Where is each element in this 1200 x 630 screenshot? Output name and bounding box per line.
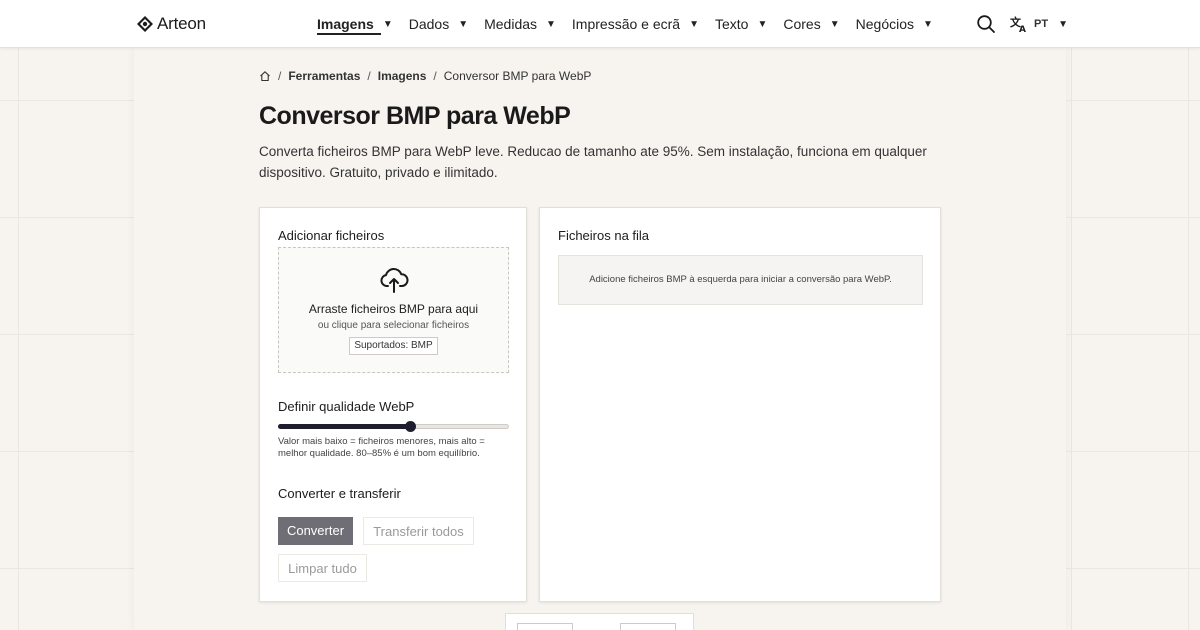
- nav-item-label: Cores: [783, 16, 821, 32]
- slider-thumb[interactable]: [404, 421, 416, 432]
- main-content: / Ferramentas / Imagens / Conversor BMP …: [134, 48, 1066, 630]
- nav-item-label: Medidas: [484, 16, 538, 32]
- chevron-down-icon: ▼: [546, 18, 556, 30]
- file-queue-card: Ficheiros na fila Adicione ficheiros BMP…: [539, 207, 941, 602]
- convert-button[interactable]: Converter: [278, 517, 353, 545]
- nav-item-label: Texto: [715, 16, 749, 32]
- chevron-down-icon: ▼: [1058, 18, 1068, 30]
- page-title: Conversor BMP para WebP: [259, 102, 571, 130]
- bottom-control-right: [620, 623, 676, 630]
- clear-all-button[interactable]: Limpar tudo: [278, 554, 367, 582]
- file-dropzone[interactable]: Arraste ficheiros BMP para aqui ou cliqu…: [278, 247, 509, 373]
- language-code: PT: [1034, 18, 1049, 30]
- quality-slider[interactable]: [278, 421, 509, 432]
- nav-item-negocios[interactable]: Negócios ▼: [856, 0, 933, 48]
- nav-item-texto[interactable]: Texto ▼: [715, 0, 767, 48]
- breadcrumb-separator: /: [278, 69, 282, 83]
- home-icon[interactable]: [259, 70, 271, 82]
- slider-fill: [278, 424, 410, 429]
- brand-logo-icon: [137, 16, 153, 32]
- nav-item-medidas[interactable]: Medidas ▼: [484, 0, 556, 48]
- search-button[interactable]: [976, 14, 996, 34]
- nav-item-label: Dados: [408, 16, 450, 32]
- add-files-heading: Adicionar ficheiros: [278, 228, 385, 243]
- nav-item-impressao-e-ecra[interactable]: Impressão e ecrã ▼: [572, 0, 699, 48]
- language-selector[interactable]: 文 A PT ▼: [1010, 14, 1068, 34]
- main-nav: Imagens ▼ Dados ▼ Medidas ▼ Impressão e …: [317, 0, 949, 48]
- convert-download-heading: Converter e transferir: [278, 486, 401, 501]
- breadcrumb-separator: /: [433, 69, 437, 83]
- translate-icon: 文 A: [1010, 15, 1026, 33]
- dropzone-title: Arraste ficheiros BMP para aqui: [308, 302, 479, 316]
- page-description: Converta ficheiros BMP para WebP leve. R…: [259, 144, 927, 180]
- nav-item-label: Impressão e ecrã: [571, 16, 681, 32]
- nav-item-imagens[interactable]: Imagens ▼: [317, 0, 393, 48]
- bottom-control-left: [517, 623, 573, 630]
- breadcrumb-link-ferramentas[interactable]: Ferramentas: [288, 69, 360, 83]
- brand-logo[interactable]: Arteon: [137, 13, 206, 35]
- queue-empty-state: Adicione ficheiros BMP à esquerda para i…: [558, 255, 923, 305]
- search-icon: [977, 15, 995, 33]
- breadcrumb-separator: /: [367, 69, 371, 83]
- converter-controls-card: Adicionar ficheiros Arraste ficheiros BM…: [259, 207, 527, 602]
- chevron-down-icon: ▼: [382, 18, 393, 30]
- nav-item-label: Negócios: [855, 16, 915, 32]
- nav-item-cores[interactable]: Cores ▼: [783, 0, 839, 48]
- chevron-down-icon: ▼: [923, 18, 933, 30]
- nav-item-label: Imagens: [317, 16, 374, 32]
- cloud-upload-icon: [380, 268, 409, 293]
- breadcrumb-current: Conversor BMP para WebP: [443, 69, 592, 83]
- brand-name: Arteon: [157, 14, 206, 33]
- queue-heading: Ficheiros na fila: [558, 228, 650, 243]
- nav-item-dados[interactable]: Dados ▼: [409, 0, 468, 48]
- svg-text:A: A: [1019, 25, 1026, 33]
- supported-formats-badge: Suportados: BMP: [349, 337, 438, 355]
- chevron-down-icon: ▼: [757, 18, 768, 30]
- download-all-button[interactable]: Transferir todos: [363, 517, 474, 545]
- quality-hint: Valor mais baixo = ficheiros menores, ma…: [278, 436, 485, 459]
- dropzone-subtitle: ou clique para selecionar ficheiros: [317, 320, 470, 331]
- chevron-down-icon: ▼: [458, 18, 469, 30]
- breadcrumb: / Ferramentas / Imagens / Conversor BMP …: [259, 69, 591, 83]
- quality-heading: Definir qualidade WebP: [278, 399, 415, 414]
- bottom-panel-peek: [505, 613, 694, 630]
- breadcrumb-link-imagens[interactable]: Imagens: [378, 69, 427, 83]
- chevron-down-icon: ▼: [829, 18, 840, 30]
- top-navigation-bar: Arteon Imagens ▼ Dados ▼ Medidas ▼ Impre…: [0, 0, 1200, 48]
- chevron-down-icon: ▼: [689, 18, 699, 30]
